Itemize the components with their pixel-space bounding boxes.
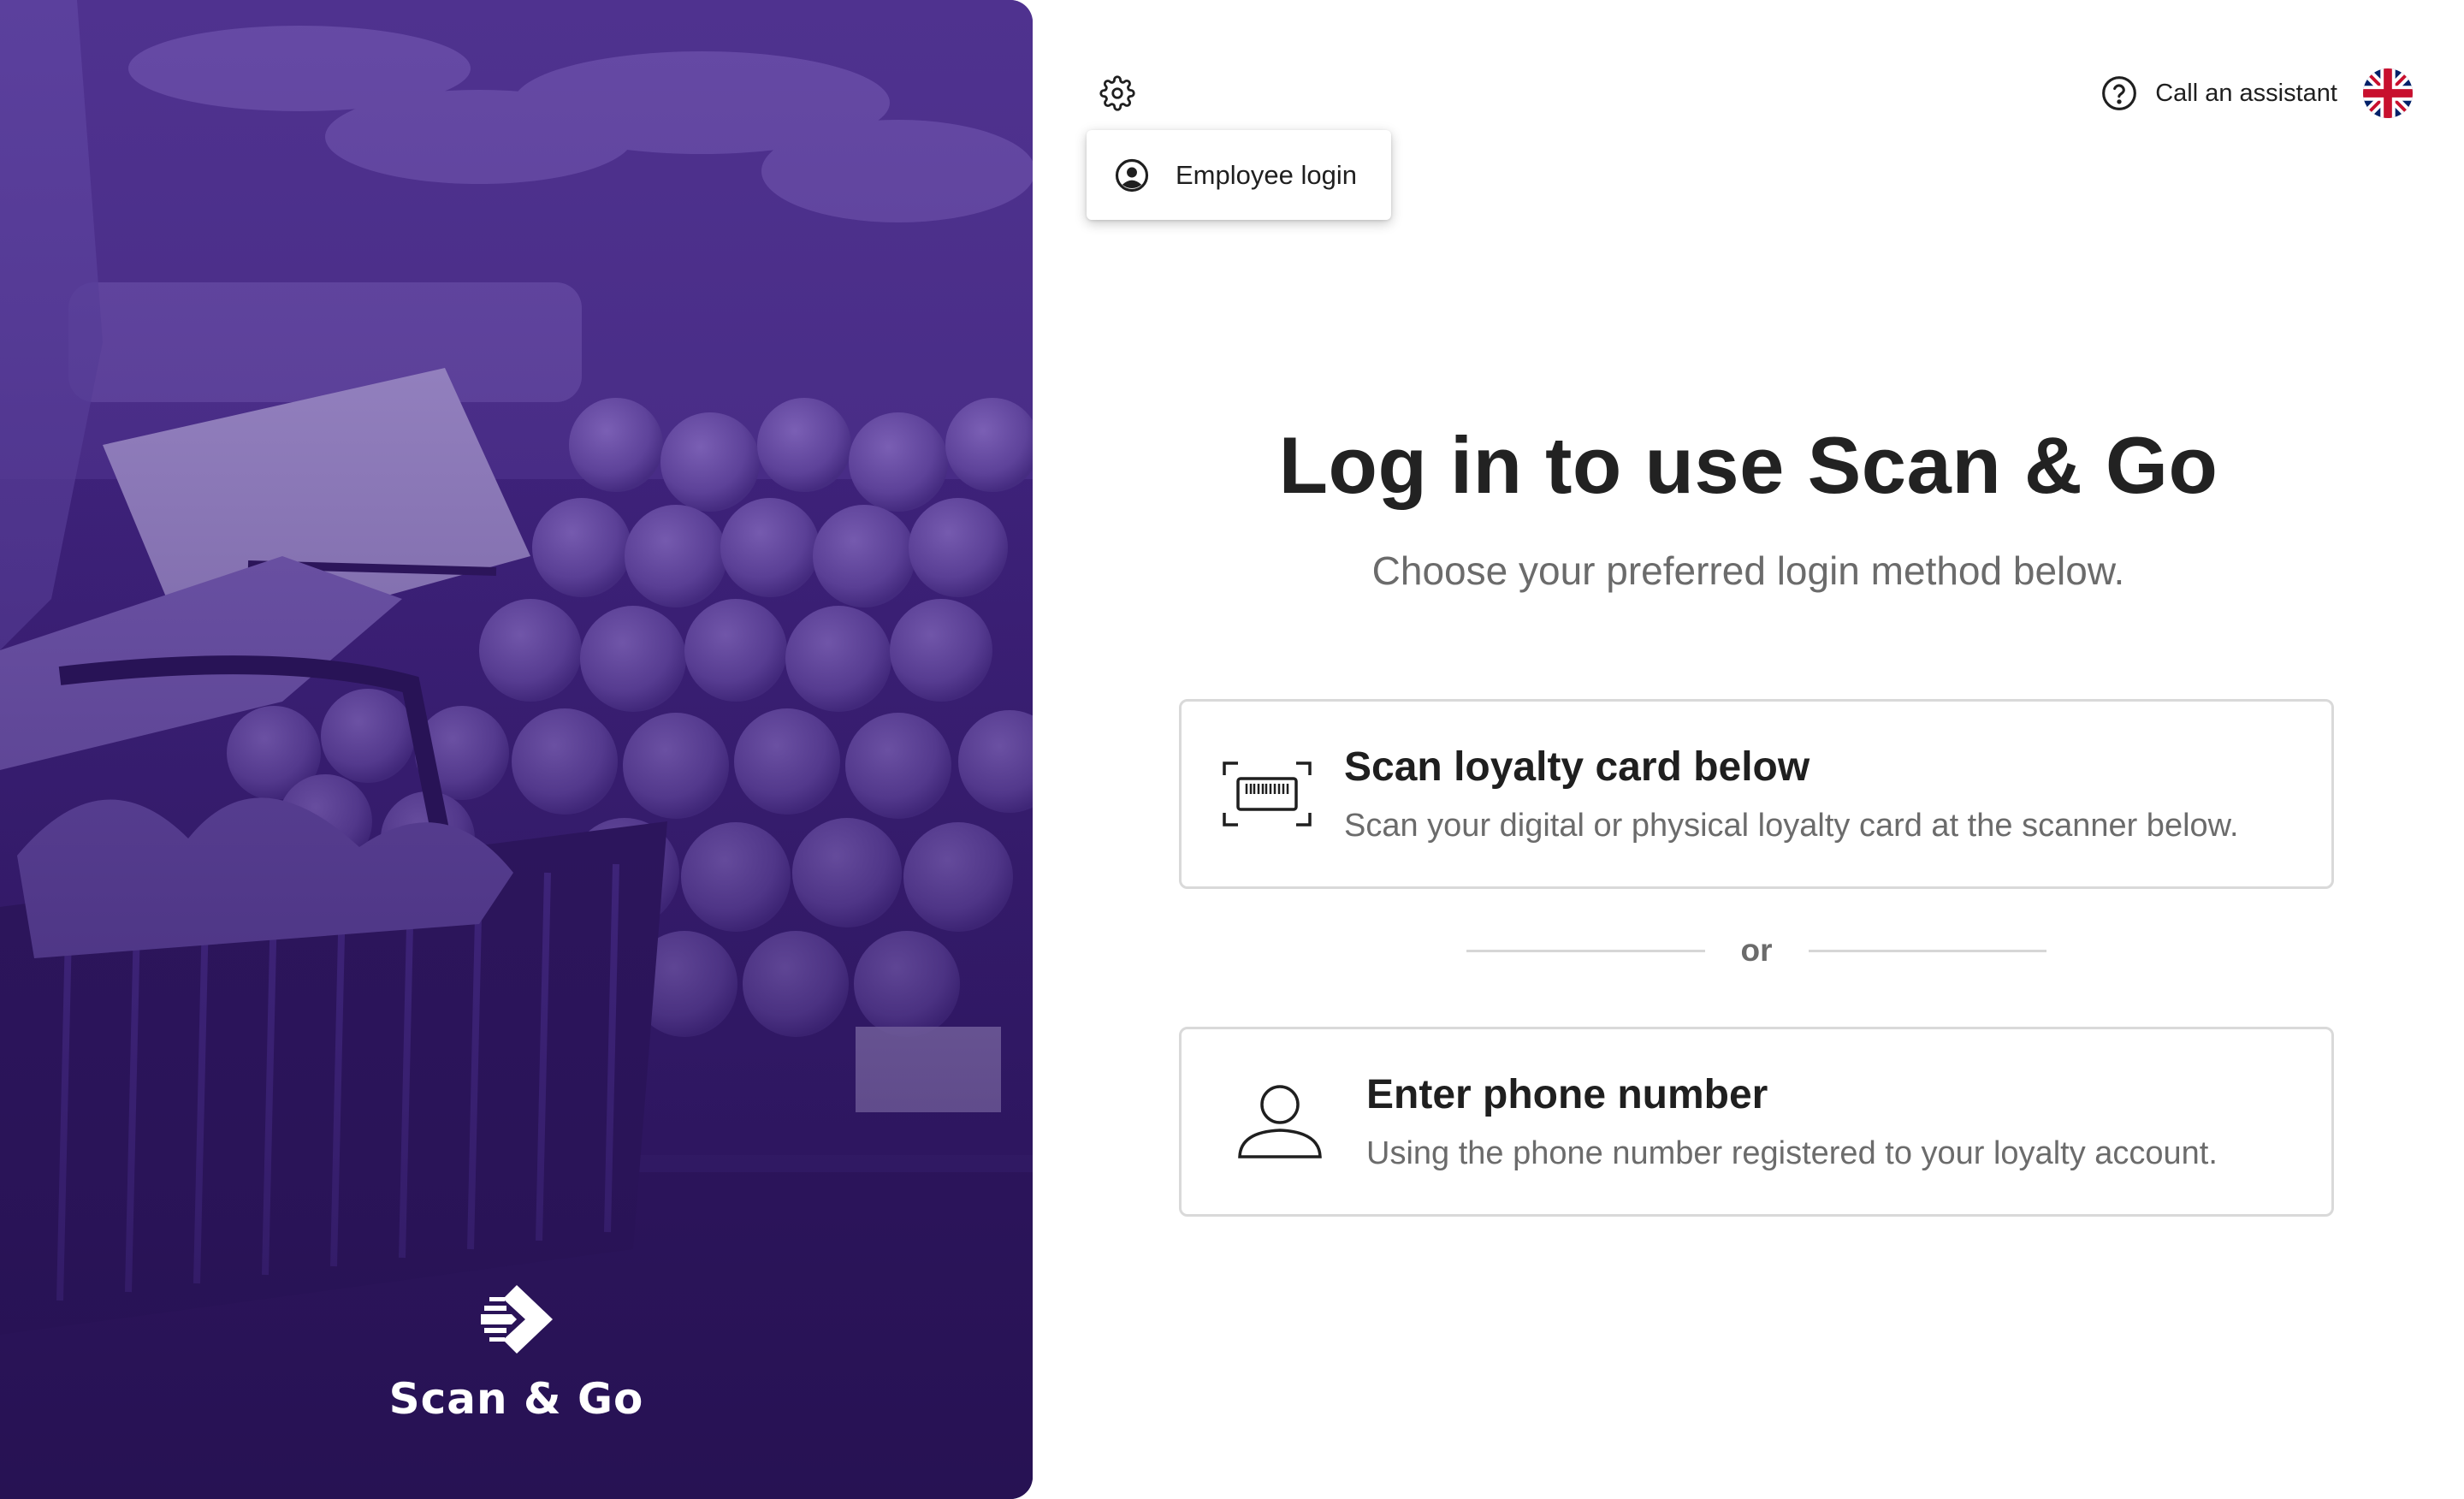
phone-card-title: Enter phone number <box>1366 1072 1768 1117</box>
uk-flag-icon <box>2363 68 2413 118</box>
page-title: Log in to use Scan & Go <box>1278 420 2218 510</box>
gear-icon <box>1099 75 1135 111</box>
settings-button[interactable] <box>1096 72 1139 115</box>
hero-brand: Scan & Go <box>0 1283 1033 1424</box>
user-circle-icon <box>1115 158 1149 192</box>
brand-name: Scan & Go <box>388 1374 644 1424</box>
divider-line-left <box>1466 949 1705 952</box>
employee-login-label: Employee login <box>1176 159 1357 190</box>
page-subtitle: Choose your preferred login method below… <box>1371 548 2125 593</box>
card-icon-wrap <box>1182 702 1344 886</box>
scan-and-go-logo-icon <box>480 1285 553 1354</box>
divider-line-right <box>1808 949 2046 952</box>
card-icon-wrap <box>1182 1029 1366 1214</box>
scan-card-description: Scan your digital or physical loyalty ca… <box>1344 808 2239 844</box>
call-assistant-button[interactable]: Call an assistant <box>2100 74 2337 112</box>
phone-card-description: Using the phone number registered to you… <box>1366 1135 2218 1171</box>
barcode-scan-icon <box>1223 761 1312 827</box>
scan-card-title: Scan loyalty card below <box>1344 744 1810 790</box>
header-right: Call an assistant <box>2100 63 2464 123</box>
hero-panel: Scan & Go <box>0 0 1033 1499</box>
hero-photo <box>0 0 1033 1499</box>
call-assistant-label: Call an assistant <box>2155 79 2337 107</box>
card-text: Scan loyalty card below Scan your digita… <box>1344 744 2239 844</box>
person-icon <box>1238 1085 1322 1158</box>
employee-login-menu-item[interactable]: Employee login <box>1087 130 1391 220</box>
language-selector[interactable] <box>2363 68 2413 118</box>
scan-loyalty-card-option[interactable]: Scan loyalty card below Scan your digita… <box>1179 699 2334 889</box>
options-divider: or <box>1466 933 2046 969</box>
help-circle-icon <box>2102 76 2137 110</box>
card-text: Enter phone number Using the phone numbe… <box>1366 1071 2218 1172</box>
enter-phone-number-option[interactable]: Enter phone number Using the phone numbe… <box>1179 1027 2334 1217</box>
divider-text: or <box>1740 933 1773 968</box>
